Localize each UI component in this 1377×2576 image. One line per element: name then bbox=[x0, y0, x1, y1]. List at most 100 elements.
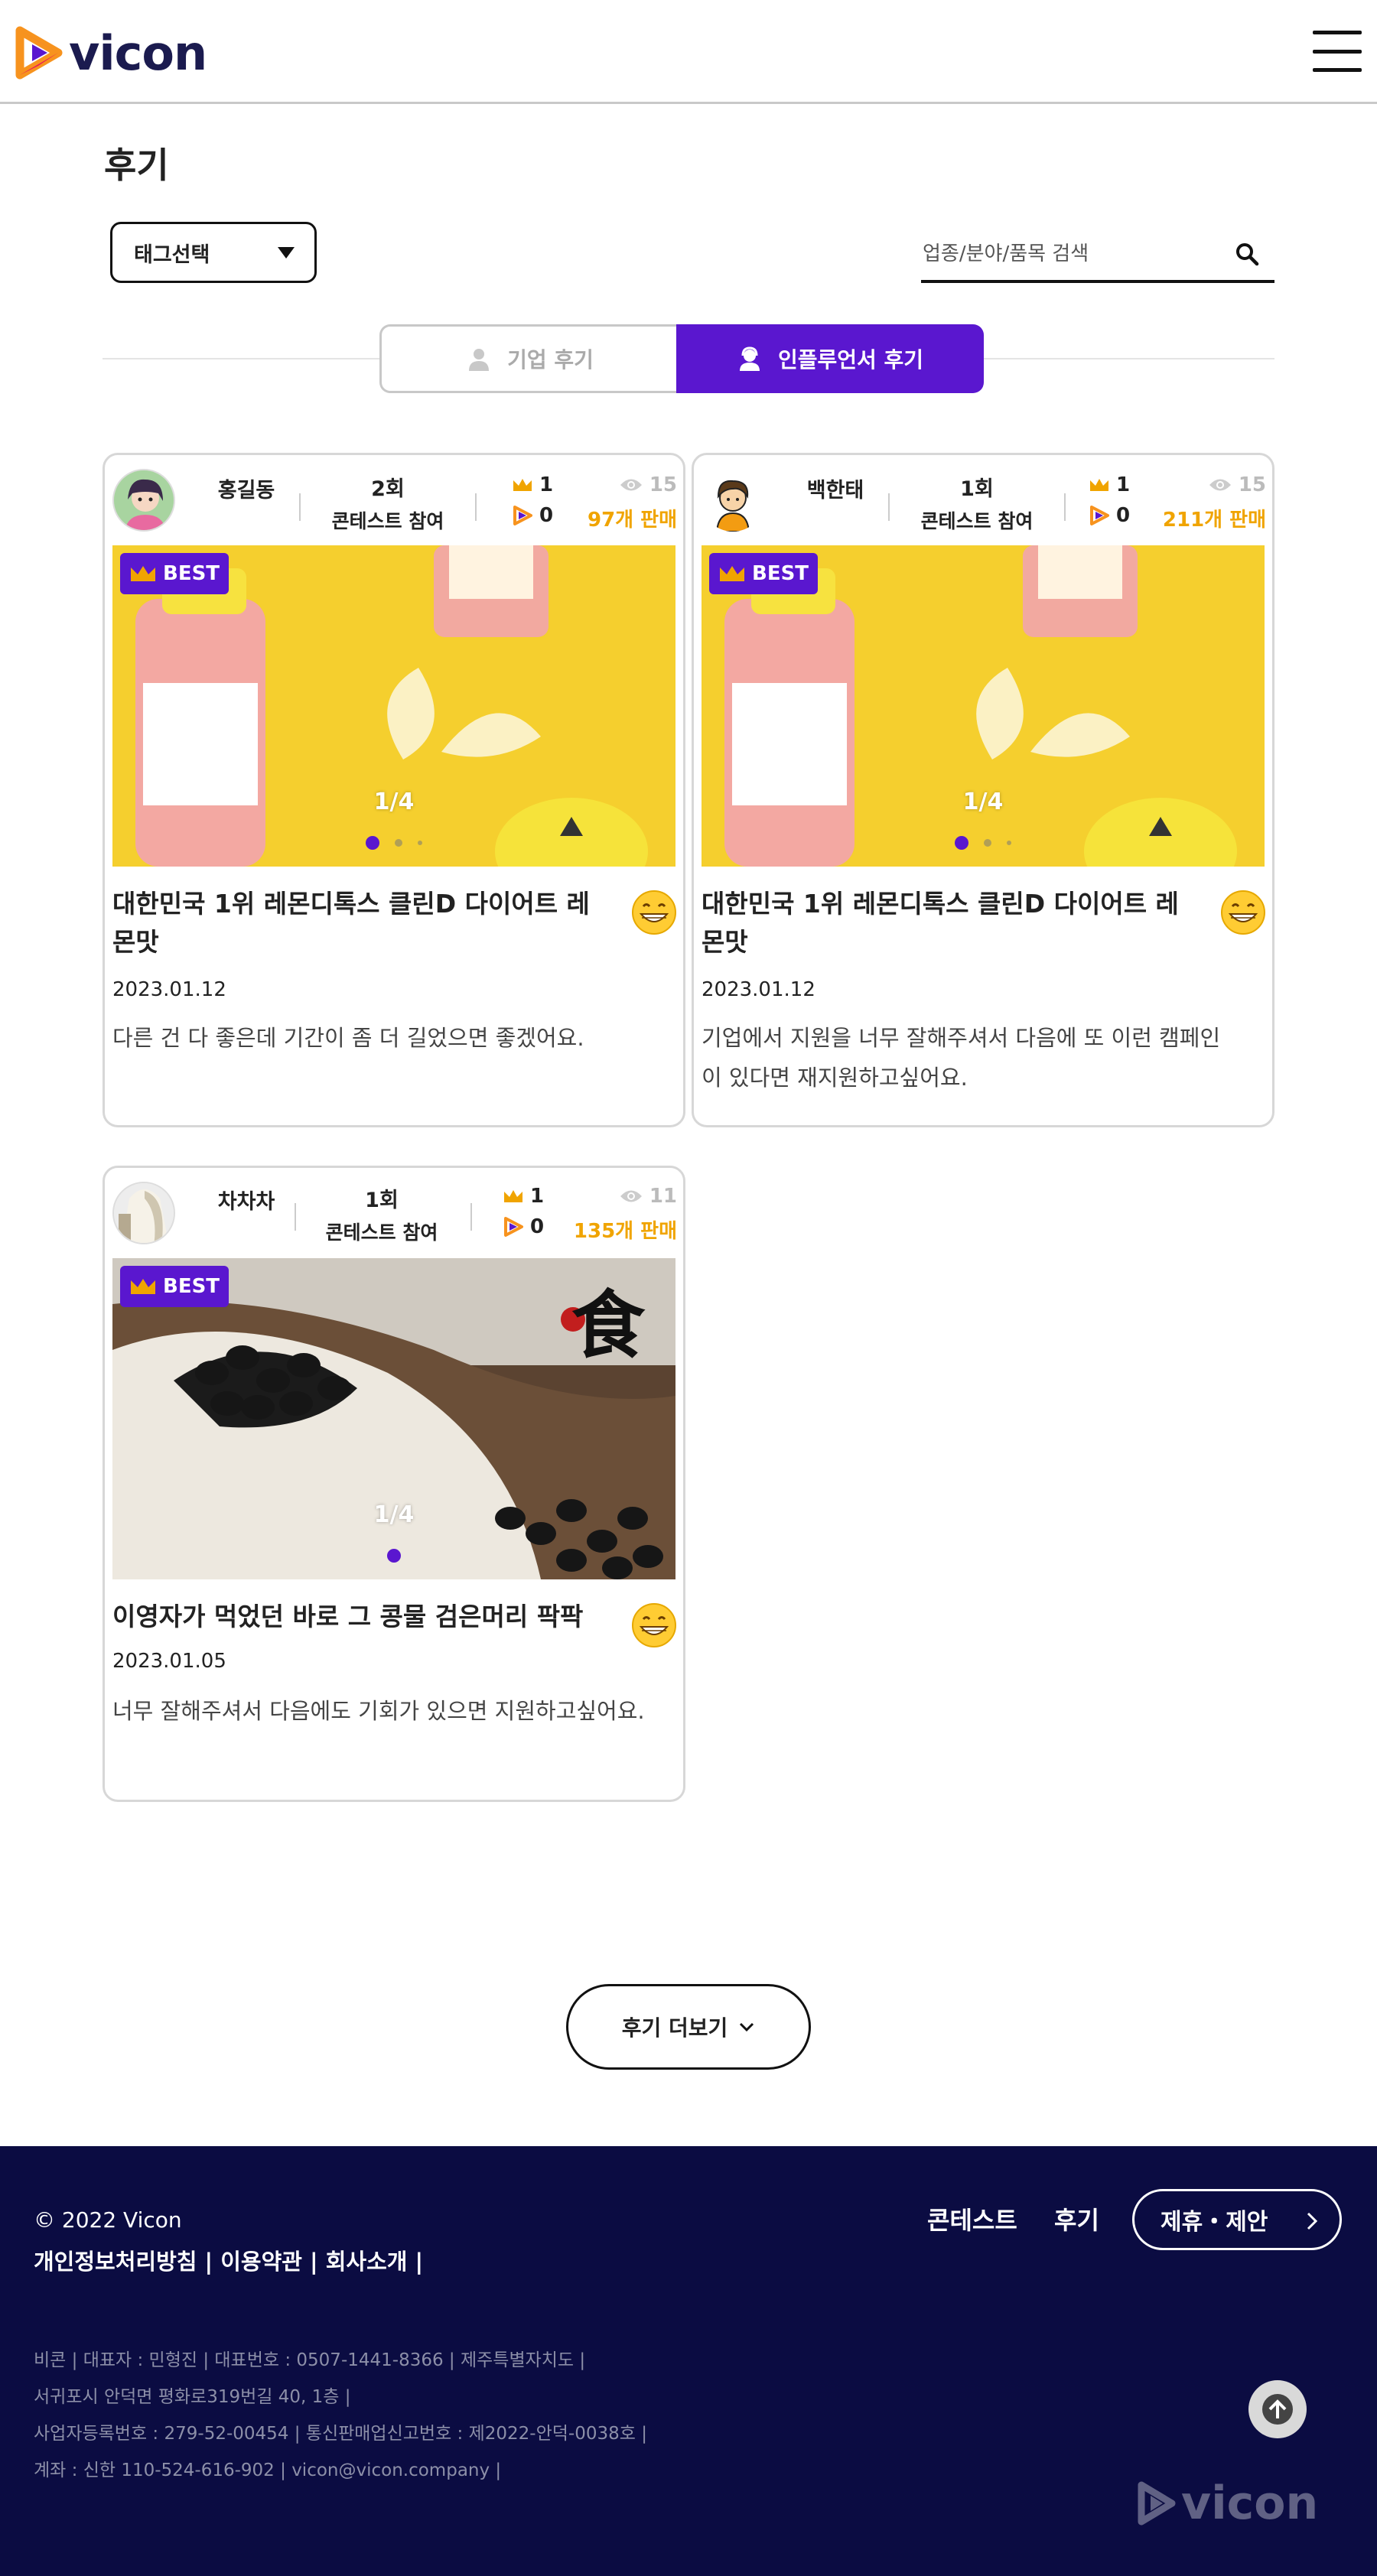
review-text: 기업에서 지원을 너무 잘해주셔서 다음에 또 이런 캠페인이 있다면 재지원하… bbox=[702, 1025, 1221, 1091]
crown-count: 1 bbox=[512, 473, 553, 496]
copyright: © 2022 Vicon bbox=[34, 2207, 182, 2233]
divider bbox=[295, 1203, 296, 1231]
arrow-up-icon bbox=[1262, 2394, 1293, 2425]
product-image-carousel[interactable]: 食 BEST 1/4 bbox=[112, 1258, 675, 1579]
headset-person-icon bbox=[739, 346, 760, 371]
carousel-dot[interactable] bbox=[387, 1549, 401, 1563]
footer-policy-links[interactable]: 개인정보처리방침 | 이용약관 | 회사소개 | bbox=[34, 2244, 423, 2276]
view-count: 15 bbox=[619, 473, 677, 496]
participation-label: 콘테스트 참여 bbox=[325, 1221, 438, 1244]
eye-icon bbox=[1209, 479, 1231, 491]
sales-count: 97개 판매 bbox=[588, 509, 677, 532]
view-count: 15 bbox=[1208, 473, 1266, 496]
carousel-dots bbox=[112, 836, 675, 850]
load-more-label: 후기 더보기 bbox=[621, 2015, 728, 2041]
view-count: 11 bbox=[619, 1185, 677, 1208]
view-value: 15 bbox=[1238, 473, 1266, 496]
sales-count: 135개 판매 bbox=[573, 1220, 677, 1243]
company-info-line: 비콘 | 대표자 : 민형진 | 대표번호 : 0507-1441-8366 |… bbox=[34, 2350, 586, 2370]
tab-influencer-reviews[interactable]: 인플루언서 후기 bbox=[676, 324, 984, 393]
review-title[interactable]: 대한민국 1위 레몬디톡스 클린D 다이어트 레몬맛 bbox=[112, 885, 602, 961]
tag-select-dropdown[interactable]: 태그선택 bbox=[110, 222, 317, 283]
review-card[interactable]: 홍길동 2회 콘테스트 참여 1 0 15 97개 판매 BEST 1/4 대한… bbox=[103, 453, 685, 1127]
participation-count: 1회 콘테스트 참여 bbox=[900, 472, 1053, 534]
footer-nav-reviews[interactable]: 후기 bbox=[1054, 2201, 1099, 2236]
search-input[interactable] bbox=[921, 229, 1212, 278]
vicon-logo[interactable]: vicon bbox=[15, 24, 207, 81]
review-date: 2023.01.12 bbox=[112, 978, 226, 1001]
grinning-emoji-icon bbox=[632, 1603, 676, 1647]
page-title: 후기 bbox=[104, 145, 169, 186]
image-counter: 1/4 bbox=[373, 1501, 415, 1528]
participation-count: 1회 콘테스트 참여 bbox=[305, 1183, 458, 1245]
tab-label: 기업 후기 bbox=[507, 347, 594, 372]
carousel-dot[interactable] bbox=[418, 841, 422, 845]
chevron-down-icon bbox=[740, 2022, 754, 2032]
vicon-value: 0 bbox=[530, 1215, 545, 1238]
avatar[interactable] bbox=[702, 469, 764, 532]
best-label: BEST bbox=[752, 562, 809, 585]
site-footer: © 2022 Vicon 개인정보처리방침 | 이용약관 | 회사소개 | 콘테… bbox=[0, 2146, 1377, 2576]
company-info-line: 서귀포시 안덕면 평화로319번길 40, 1층 | bbox=[34, 2387, 351, 2407]
review-card[interactable]: 차차차 1회 콘테스트 참여 1 0 11 135개 판매 食 BEST 1/4… bbox=[103, 1166, 685, 1802]
avatar[interactable] bbox=[112, 469, 175, 532]
crown-icon bbox=[131, 1279, 155, 1294]
user-name: 백한태 bbox=[806, 479, 864, 503]
carousel-dot[interactable] bbox=[1007, 841, 1011, 845]
divider bbox=[299, 493, 301, 521]
divider bbox=[470, 1203, 472, 1231]
vicon-logo-icon bbox=[15, 26, 63, 80]
load-more-reviews-button[interactable]: 후기 더보기 bbox=[566, 1984, 811, 2070]
vicon-play-icon bbox=[1090, 506, 1109, 525]
grinning-emoji-icon bbox=[632, 890, 676, 935]
vicon-logo-icon bbox=[1138, 2481, 1176, 2526]
best-badge: BEST bbox=[709, 553, 819, 594]
review-title[interactable]: 대한민국 1위 레몬디톡스 클린D 다이어트 레몬맛 bbox=[702, 885, 1191, 961]
avatar[interactable] bbox=[112, 1182, 175, 1244]
carousel-dot[interactable] bbox=[955, 836, 968, 850]
crown-icon bbox=[504, 1190, 522, 1202]
review-text: 너무 잘해주셔서 다음에도 기회가 있으면 지원하고싶어요. bbox=[112, 1698, 645, 1724]
view-value: 11 bbox=[649, 1185, 677, 1208]
partnership-proposal-button[interactable]: 제휴・제안 bbox=[1132, 2189, 1342, 2250]
partner-label: 제휴・제안 bbox=[1161, 2209, 1268, 2236]
carousel-dot[interactable] bbox=[366, 836, 379, 850]
search-box bbox=[921, 229, 1274, 283]
vicon-value: 0 bbox=[1116, 504, 1131, 527]
crown-count: 1 bbox=[503, 1185, 544, 1208]
hamburger-menu-icon[interactable] bbox=[1313, 31, 1362, 72]
vicon-count: 0 bbox=[503, 1215, 544, 1238]
review-text: 다른 건 다 좋은데 기간이 좀 더 길었으면 좋겠어요. bbox=[112, 1025, 584, 1051]
scroll-to-top-button[interactable] bbox=[1248, 2380, 1307, 2438]
caret-down-icon bbox=[278, 247, 295, 259]
user-name: 차차차 bbox=[217, 1190, 275, 1214]
best-badge: BEST bbox=[120, 1266, 230, 1307]
vicon-count: 0 bbox=[512, 504, 553, 527]
divider bbox=[475, 493, 477, 521]
participation-label: 콘테스트 참여 bbox=[920, 510, 1034, 532]
footer-nav-contest[interactable]: 콘테스트 bbox=[927, 2201, 1017, 2236]
carousel-dot[interactable] bbox=[984, 839, 991, 847]
footer-logo-text: vicon bbox=[1181, 2477, 1319, 2530]
participation-number: 1회 bbox=[960, 477, 994, 501]
chevron-right-icon bbox=[1307, 2212, 1318, 2230]
company-info-line: 사업자등록번호 : 279-52-00454 | 통신판매업신고번호 : 제20… bbox=[34, 2424, 647, 2444]
carousel-dot[interactable] bbox=[395, 839, 402, 847]
crown-value: 1 bbox=[1116, 473, 1131, 496]
product-image-carousel[interactable]: BEST 1/4 bbox=[702, 545, 1265, 867]
review-card[interactable]: 백한태 1회 콘테스트 참여 1 0 15 211개 판매 BEST 1/4 대… bbox=[692, 453, 1274, 1127]
image-counter: 1/4 bbox=[373, 789, 415, 815]
sales-count: 211개 판매 bbox=[1162, 509, 1266, 532]
product-image-carousel[interactable]: BEST 1/4 bbox=[112, 545, 675, 867]
tab-company-reviews[interactable]: 기업 후기 bbox=[379, 324, 678, 393]
crown-value: 1 bbox=[530, 1185, 545, 1208]
footer-logo: vicon bbox=[1137, 2477, 1318, 2530]
grinning-emoji-icon bbox=[1221, 890, 1265, 935]
logo-text: vicon bbox=[69, 24, 207, 81]
search-icon[interactable] bbox=[1235, 242, 1259, 266]
site-header: vicon bbox=[0, 0, 1377, 104]
participation-number: 2회 bbox=[371, 477, 405, 501]
card-header: 홍길동 2회 콘테스트 참여 1 0 15 97개 판매 bbox=[105, 455, 683, 545]
card-header: 백한태 1회 콘테스트 참여 1 0 15 211개 판매 bbox=[694, 455, 1272, 545]
review-title[interactable]: 이영자가 먹었던 바로 그 콩물 검은머리 팍팍 bbox=[112, 1598, 633, 1636]
